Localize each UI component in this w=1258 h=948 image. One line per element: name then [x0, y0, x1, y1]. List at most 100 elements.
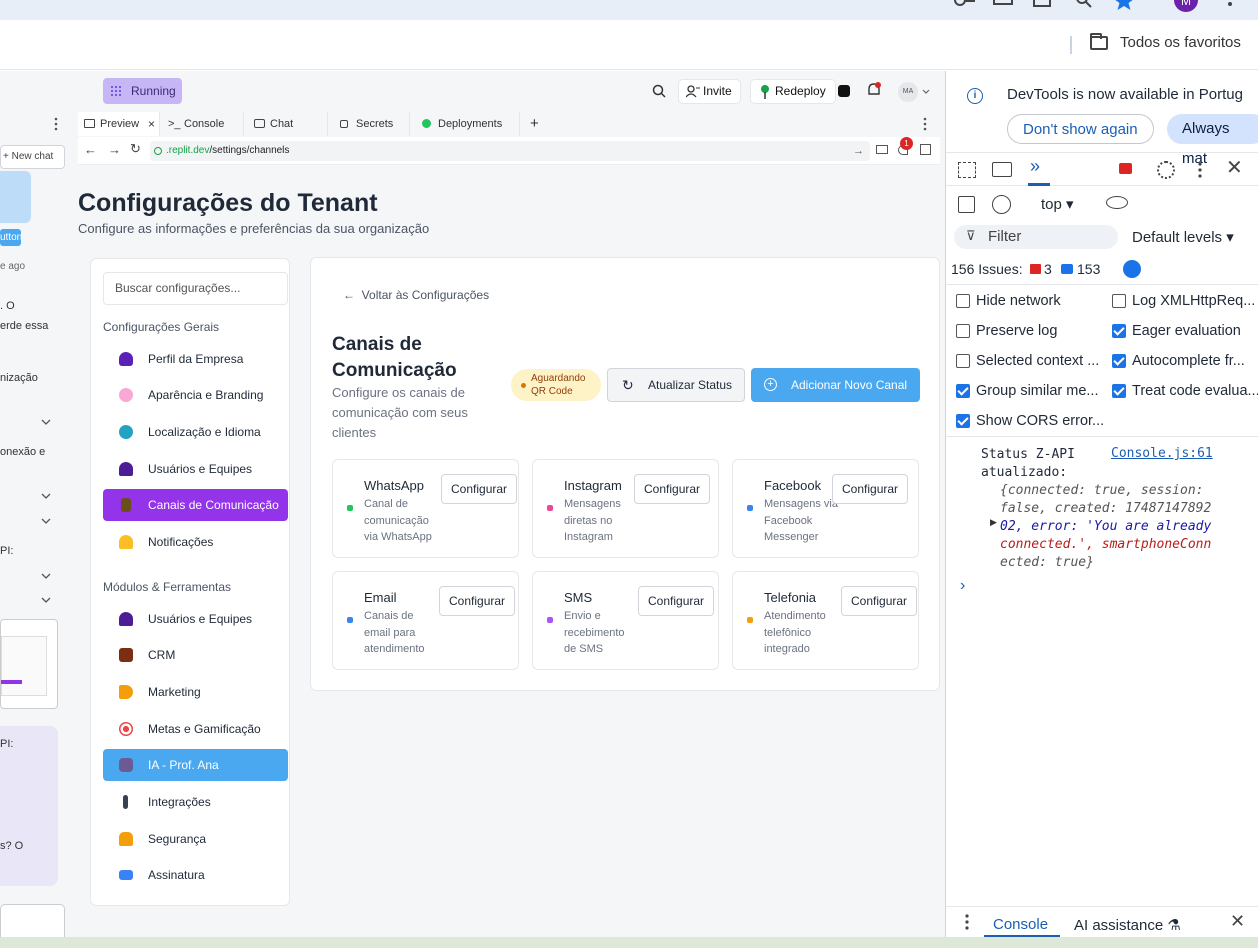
translate-icon[interactable] [1032, 0, 1054, 8]
sidebar-item-localization[interactable]: Localização e Idioma [103, 416, 288, 448]
sidebar-item-security[interactable]: Segurança [103, 823, 288, 855]
sidebar-item-channels[interactable]: Canais de Comunicação [103, 489, 288, 521]
drawer-tab-console[interactable]: Console [993, 916, 1048, 933]
tab-preview[interactable]: Preview × [78, 112, 160, 136]
more-tabs-icon[interactable]: » [1030, 156, 1040, 177]
log-source-link[interactable]: Console.js:61 [1111, 446, 1213, 461]
always-match-button[interactable]: Always mat [1167, 114, 1258, 167]
sidebar-toggle-icon[interactable] [958, 196, 975, 213]
show-cors-checkbox[interactable] [956, 414, 970, 428]
all-bookmarks-button[interactable]: Todos os favoritos [1090, 32, 1241, 51]
expand-triangle-icon[interactable]: ▶ [990, 517, 997, 528]
forward-arrow-icon[interactable]: → [108, 142, 121, 157]
context-selector[interactable]: top ▾ [1041, 195, 1074, 213]
close-drawer-icon[interactable]: ✕ [1230, 911, 1245, 932]
open-new-tab-icon[interactable] [920, 144, 931, 155]
eager-evaluation-checkbox[interactable] [1112, 324, 1126, 338]
sidebar-item-notifications[interactable]: Notificações [103, 526, 288, 558]
drawer-tab-ai-assistance[interactable]: AI assistance ⚗ [1074, 916, 1181, 934]
sidebar-item-subscription[interactable]: Assinatura [103, 859, 288, 891]
log-object[interactable]: {connected: true, session: false, create… [1000, 482, 1211, 572]
device-toolbar-icon[interactable] [992, 162, 1012, 177]
more-vertical-icon[interactable] [54, 117, 58, 131]
tab-deployments[interactable]: Deployments [410, 112, 520, 136]
cast-icon[interactable] [992, 0, 1014, 8]
preserve-log-checkbox[interactable] [956, 324, 970, 338]
user-avatar[interactable]: MA [898, 82, 918, 102]
refresh-status-button[interactable]: ↻ Atualizar Status [607, 368, 745, 402]
running-status-badge[interactable]: Running [103, 78, 182, 104]
tab-chat[interactable]: Chat [244, 112, 328, 136]
chat-input[interactable] [0, 904, 65, 937]
browser-menu-icon[interactable] [1228, 2, 1232, 6]
group-similar-checkbox[interactable] [956, 384, 970, 398]
go-arrow-icon[interactable]: → [853, 141, 864, 161]
chevron-down-icon[interactable] [922, 89, 930, 95]
chevron-down-icon[interactable] [41, 518, 51, 524]
invite-button[interactable]: Invite [678, 79, 741, 104]
configure-telefonia-button[interactable]: Configurar [841, 586, 918, 616]
more-vertical-icon[interactable] [1198, 162, 1202, 178]
chevron-down-icon[interactable] [41, 493, 51, 499]
dont-show-again-button[interactable]: Don't show again [1007, 114, 1154, 144]
device-icon[interactable] [876, 145, 888, 154]
configure-facebook-button[interactable]: Configurar [832, 474, 909, 504]
eye-icon[interactable] [1106, 196, 1128, 209]
more-vertical-icon[interactable] [965, 914, 969, 930]
settings-search-input[interactable]: Buscar configurações... [103, 272, 288, 305]
tab-console[interactable]: >_ Console [160, 112, 244, 136]
add-tab-button[interactable]: + [520, 112, 550, 136]
configure-instagram-button[interactable]: Configurar [634, 474, 711, 504]
chevron-down-icon[interactable] [41, 597, 51, 603]
autocomplete-checkbox[interactable] [1112, 354, 1126, 368]
clear-console-icon[interactable] [992, 195, 1011, 214]
log-xhr-checkbox[interactable] [1112, 294, 1126, 308]
chevron-down-icon[interactable] [41, 419, 51, 425]
log-levels-dropdown[interactable]: Default levels ▾ [1132, 228, 1234, 246]
sidebar-item-crm[interactable]: CRM [103, 639, 288, 671]
sidebar-item-branding[interactable]: Aparência e Branding [103, 379, 288, 411]
sidebar-item-users[interactable]: Usuários e Equipes [103, 453, 288, 485]
reload-icon[interactable]: ↻ [130, 141, 141, 157]
issues-bar[interactable]: 156 Issues: 3 153 [946, 253, 1258, 285]
search-icon[interactable] [652, 84, 666, 98]
treat-code-eval-checkbox[interactable] [1112, 384, 1126, 398]
layers-icon[interactable] [838, 85, 850, 97]
error-badge-icon[interactable] [1119, 163, 1132, 174]
inspect-element-icon[interactable] [958, 162, 976, 178]
back-to-settings-link[interactable]: ← Voltar às Configurações [343, 288, 489, 302]
tab-secrets[interactable]: Secrets [328, 112, 410, 136]
new-chat-button[interactable]: + New chat [0, 145, 65, 169]
chevron-down-icon[interactable] [41, 573, 51, 579]
sidebar-item-company-profile[interactable]: Perfil da Empresa [103, 343, 288, 375]
bookmark-star-icon[interactable] [1112, 0, 1136, 12]
sidebar-item-ai[interactable]: IA - Prof. Ana [103, 749, 288, 781]
configure-whatsapp-button[interactable]: Configurar [441, 474, 518, 504]
selected-context-checkbox[interactable] [956, 354, 970, 368]
configure-sms-button[interactable]: Configurar [638, 586, 715, 616]
settings-gear-icon[interactable] [1157, 161, 1175, 179]
redeploy-button[interactable]: Redeploy [750, 79, 836, 104]
sidebar-item-marketing[interactable]: Marketing [103, 676, 288, 708]
sidebar-item-integrations[interactable]: Integrações [103, 786, 288, 818]
issues-settings-icon[interactable] [1123, 260, 1141, 278]
filter-input[interactable]: ⊽ Filter [954, 225, 1118, 249]
add-channel-button[interactable]: + Adicionar Novo Canal [751, 368, 920, 402]
robot-icon [119, 758, 133, 772]
url-input[interactable]: .replit.dev/settings/channels → [150, 141, 870, 161]
configure-email-button[interactable]: Configurar [439, 586, 516, 616]
back-arrow-icon[interactable]: ← [84, 142, 97, 157]
password-icon[interactable] [952, 0, 978, 10]
profile-avatar[interactable]: M [1174, 0, 1198, 12]
notification-bell-icon[interactable] [866, 82, 882, 98]
search-page-icon[interactable] [1074, 0, 1094, 8]
console-prompt-icon[interactable]: › [960, 577, 965, 595]
close-icon[interactable]: × [148, 112, 155, 136]
close-devtools-icon[interactable]: ✕ [1226, 155, 1243, 180]
sidebar-item-module-users[interactable]: Usuários e Equipes [103, 603, 288, 635]
screenshot-thumbnail[interactable] [0, 619, 58, 709]
chat-action-button[interactable]: utton [0, 229, 22, 246]
more-vertical-icon[interactable] [923, 117, 927, 131]
sidebar-item-goals[interactable]: Metas e Gamificação [103, 713, 288, 745]
hide-network-checkbox[interactable] [956, 294, 970, 308]
